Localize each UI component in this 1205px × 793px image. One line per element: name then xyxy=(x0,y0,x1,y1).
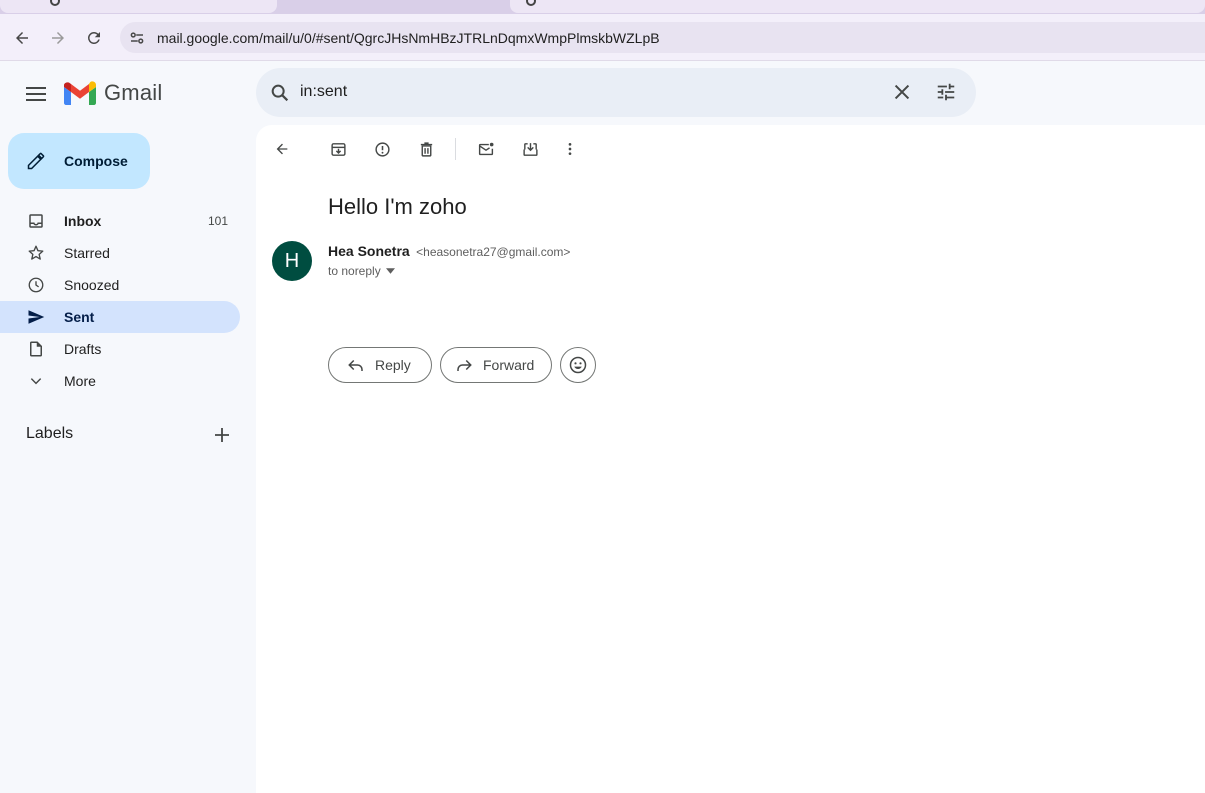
message-subject: Hello I'm zoho xyxy=(328,194,467,219)
delete-button[interactable] xyxy=(415,138,437,160)
mark-unread-button[interactable] xyxy=(475,138,497,160)
sender-line: Hea Sonetra <heasonetra27@gmail.com> xyxy=(328,243,570,261)
move-to-icon xyxy=(522,142,538,156)
forward-label: Forward xyxy=(483,357,535,373)
sidebar-item-starred[interactable]: Starred xyxy=(0,237,240,269)
tab-favicon-icon xyxy=(526,0,536,6)
pencil-icon xyxy=(27,152,45,170)
reply-button[interactable]: Reply xyxy=(328,347,432,383)
arrow-left-icon xyxy=(16,32,28,44)
sidebar-item-drafts[interactable]: Drafts xyxy=(0,333,240,365)
sidebar-item-label: Inbox xyxy=(64,213,102,229)
clock-icon xyxy=(26,275,46,295)
reply-icon xyxy=(348,359,363,371)
reload-icon xyxy=(87,31,100,44)
react-emoji-button[interactable] xyxy=(560,347,596,383)
arrow-left-icon xyxy=(276,143,288,155)
reload-button[interactable] xyxy=(80,24,108,52)
sidebar-item-inbox[interactable]: Inbox 101 xyxy=(0,205,240,237)
chevron-down-icon xyxy=(26,371,46,391)
app-name: Gmail xyxy=(104,80,163,105)
toolbar-divider xyxy=(455,138,456,160)
site-settings-icon[interactable] xyxy=(128,29,146,47)
tab-favicon-icon xyxy=(50,0,60,6)
create-label-button[interactable] xyxy=(212,425,232,445)
trash-icon xyxy=(420,141,432,157)
search-icon[interactable] xyxy=(269,82,291,104)
draft-file-icon xyxy=(26,339,46,359)
plus-icon xyxy=(215,428,229,442)
browser-tab[interactable] xyxy=(510,0,1205,13)
main-menu-button[interactable] xyxy=(22,80,50,108)
report-spam-button[interactable] xyxy=(371,138,393,160)
sidebar-item-label: Sent xyxy=(64,309,95,325)
forward-nav-button[interactable] xyxy=(44,24,72,52)
search-input[interactable]: in:sent xyxy=(300,83,347,101)
sidebar-item-label: Snoozed xyxy=(64,277,120,293)
move-to-button[interactable] xyxy=(519,138,541,160)
url-text: mail.google.com/mail/u/0/#sent/QgrcJHsNm… xyxy=(157,30,660,46)
labels-heading: Labels xyxy=(26,425,74,442)
recipient-text: to noreply xyxy=(328,264,381,278)
browser-tab-strip xyxy=(0,0,1205,14)
more-vert-icon xyxy=(568,143,572,155)
sidebar-item-label: More xyxy=(64,373,96,389)
back-to-list-button[interactable] xyxy=(271,138,293,160)
sidebar-item-more[interactable]: More xyxy=(0,365,240,397)
emoji-icon xyxy=(569,356,587,374)
sidebar-item-label: Drafts xyxy=(64,341,102,357)
send-icon xyxy=(26,307,46,327)
sidebar-item-label: Starred xyxy=(64,245,110,261)
sender-name[interactable]: Hea Sonetra xyxy=(328,243,410,259)
mark-unread-icon xyxy=(478,142,494,155)
back-button[interactable] xyxy=(8,24,36,52)
sender-email: <heasonetra27@gmail.com> xyxy=(416,245,571,259)
search-options-icon[interactable] xyxy=(935,81,957,103)
arrow-right-icon xyxy=(52,32,64,44)
inbox-icon xyxy=(26,211,46,231)
avatar[interactable]: H xyxy=(272,241,312,281)
message-view: Hello I'm zoho H Hea Sonetra <heasonetra… xyxy=(256,125,1205,793)
compose-label: Compose xyxy=(64,153,128,169)
unread-count: 101 xyxy=(207,214,228,228)
sidebar-item-snoozed[interactable]: Snoozed xyxy=(0,269,240,301)
reply-label: Reply xyxy=(375,357,411,373)
clear-search-icon[interactable] xyxy=(891,81,913,103)
forward-icon xyxy=(457,359,472,371)
archive-button[interactable] xyxy=(327,138,349,160)
star-icon xyxy=(26,243,46,263)
sidebar-item-sent[interactable]: Sent xyxy=(0,301,240,333)
gmail-m-icon xyxy=(64,81,96,105)
gmail-logo[interactable]: Gmail xyxy=(64,80,162,106)
archive-icon xyxy=(330,142,346,156)
caret-down-icon[interactable] xyxy=(385,268,395,274)
search-bar[interactable]: in:sent xyxy=(256,68,976,117)
sidebar-nav: Inbox 101 Starred Snoozed Sent Drafts Mo… xyxy=(0,205,240,397)
recipient-details[interactable]: to noreply xyxy=(328,264,395,278)
browser-toolbar: mail.google.com/mail/u/0/#sent/QgrcJHsNm… xyxy=(0,14,1205,61)
more-options-button[interactable] xyxy=(559,138,581,160)
hamburger-menu-icon xyxy=(26,87,46,101)
address-bar[interactable]: mail.google.com/mail/u/0/#sent/QgrcJHsNm… xyxy=(120,22,1205,53)
compose-button[interactable]: Compose xyxy=(8,133,150,189)
browser-tab[interactable] xyxy=(0,0,277,13)
forward-button[interactable]: Forward xyxy=(440,347,552,383)
report-spam-icon xyxy=(374,141,390,157)
